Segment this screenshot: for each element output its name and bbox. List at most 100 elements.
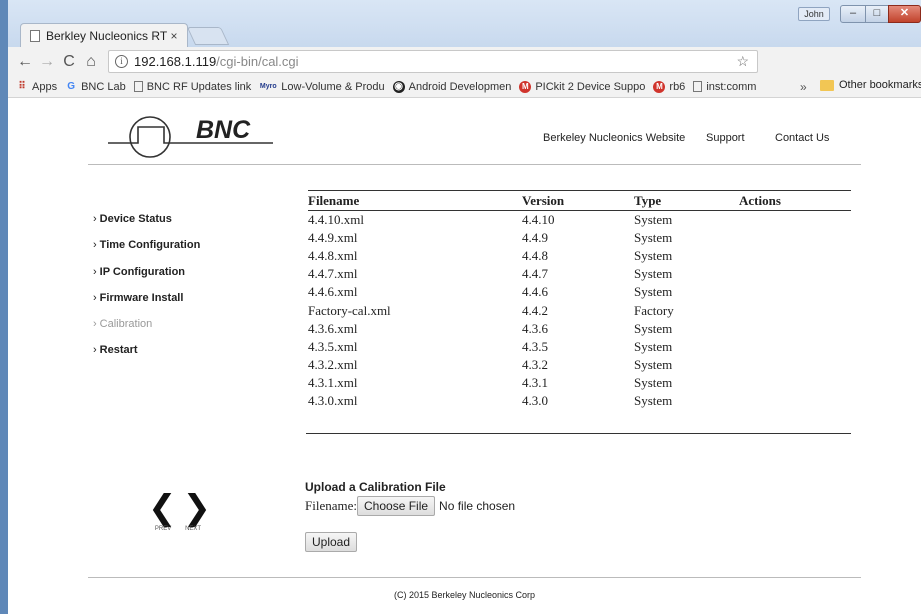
sidebar-item-time-configuration[interactable]: › Time Configuration (93, 239, 200, 265)
chevron-right-icon: › (93, 344, 97, 357)
footer-divider (88, 577, 861, 578)
cell-version: 4.3.5 (522, 338, 548, 354)
header-divider (88, 164, 861, 165)
cell-actions (739, 392, 851, 410)
table-row: 4.4.9.xml 4.4.9 System (308, 229, 851, 247)
filename-label: Filename: (305, 498, 357, 513)
cell-version: 4.3.1 (522, 375, 548, 391)
android-icon: ◉ (392, 80, 405, 93)
close-window-button[interactable]: ✕ (888, 5, 921, 23)
bookmark-low-volume[interactable]: Myro Low-Volume & Produ (259, 80, 385, 93)
url-host: 192.168.1.119 (134, 54, 217, 69)
url-path: /cgi-bin/cal.cgi (216, 54, 299, 69)
prev-page-icon[interactable]: ❮ (148, 488, 183, 528)
next-label[interactable]: NEXT (185, 526, 201, 532)
browser-tab[interactable]: Berkley Nucleonics RTSA × (20, 23, 188, 47)
table-row: 4.3.2.xml 4.3.2 System (308, 356, 851, 374)
cell-actions (739, 338, 851, 356)
bookmark-android[interactable]: ◉ Android Developmen (392, 80, 512, 93)
cell-actions (739, 301, 851, 319)
more-bookmarks-chevron-icon[interactable]: » (800, 80, 807, 94)
info-icon[interactable]: i (115, 55, 128, 68)
cell-filename: 4.4.10.xml (308, 211, 364, 227)
nav-support-link[interactable]: Support (706, 132, 745, 144)
page-content: BNC Berkeley Nucleonics Website Support … (8, 98, 921, 614)
minimize-button[interactable]: – (840, 5, 866, 23)
bookmark-rb6[interactable]: M rb6 (653, 80, 685, 93)
page-icon (30, 29, 40, 42)
sidebar-item-label: Calibration (99, 318, 153, 331)
sidebar-item-device-status[interactable]: › Device Status (93, 213, 200, 239)
cell-type: System (634, 320, 673, 336)
sidebar-item-ip-configuration[interactable]: › IP Configuration (93, 266, 200, 292)
bookmark-pickit[interactable]: M PICkit 2 Device Suppo (519, 80, 646, 93)
cell-version: 4.4.8 (522, 247, 548, 263)
address-bar[interactable]: i 192.168.1.119 /cgi-bin/cal.cgi ☆ (108, 50, 758, 73)
forward-icon[interactable]: → (36, 51, 58, 73)
profile-badge[interactable]: John (798, 7, 830, 21)
cell-actions (739, 283, 851, 301)
cell-type: Factory (634, 302, 674, 318)
myro-icon: Myro (259, 82, 277, 90)
folder-icon (820, 79, 834, 91)
no-file-chosen-text: No file chosen (439, 499, 516, 513)
cell-version: 4.4.7 (522, 266, 548, 282)
table-body: 4.4.10.xml 4.4.10 System 4.4.9.xml 4.4.9 Syst… (308, 211, 851, 411)
sidebar-item-restart[interactable]: › Restart (93, 344, 200, 370)
table-row: 4.3.0.xml 4.3.0 System (308, 392, 851, 410)
nav-contact-link[interactable]: Contact Us (775, 132, 829, 144)
cell-version: 4.3.6 (522, 320, 548, 336)
cell-filename: 4.3.2.xml (308, 357, 358, 373)
prev-label[interactable]: PREV (155, 526, 171, 532)
maximize-button[interactable]: □ (865, 5, 889, 23)
table-row: 4.4.6.xml 4.4.6 System (308, 283, 851, 301)
new-tab-button[interactable] (186, 27, 230, 45)
bookmark-star-icon[interactable]: ☆ (736, 53, 749, 70)
sidebar-item-label: IP Configuration (99, 265, 186, 278)
upload-button[interactable]: Upload (305, 532, 358, 552)
cell-actions (739, 374, 851, 392)
apps-grid-icon: ⠿ (18, 80, 26, 92)
page-icon (133, 81, 143, 92)
browser-toolbar: ← → C ⌂ i 192.168.1.119 /cgi-bin/cal.cgi… (8, 47, 921, 114)
cell-filename: 4.4.9.xml (308, 229, 358, 245)
next-page-icon[interactable]: ❯ (183, 488, 218, 528)
other-bookmarks[interactable]: Other bookmarks (820, 79, 921, 91)
sidebar-item-label: Firmware Install (99, 291, 184, 304)
home-icon[interactable]: ⌂ (80, 51, 102, 73)
bnc-logo[interactable]: BNC (108, 113, 273, 161)
cell-filename: 4.3.5.xml (308, 338, 358, 354)
bookmark-label: Low-Volume & Produ (281, 80, 385, 93)
cell-type: System (634, 393, 673, 409)
cell-type: System (634, 229, 673, 245)
table-row: 4.3.5.xml 4.3.5 System (308, 338, 851, 356)
cell-version: 4.3.2 (522, 357, 548, 373)
bookmark-apps[interactable]: ⠿ Apps (16, 81, 57, 93)
chevron-right-icon: › (93, 291, 97, 304)
cell-type: System (634, 211, 673, 227)
cell-actions (739, 265, 851, 283)
footer-copyright: (C) 2015 Berkeley Nucleonics Corp (393, 590, 536, 600)
logo-pulse-icon: BNC (108, 116, 273, 158)
bookmark-rf-updates[interactable]: BNC RF Updates link (133, 81, 251, 93)
bookmark-bnc-lab[interactable]: G BNC Lab (65, 81, 126, 93)
cell-filename: Factory-cal.xml (308, 302, 391, 318)
table-row: Factory-cal.xml 4.4.2 Factory (308, 301, 851, 319)
reload-icon[interactable]: C (58, 51, 80, 73)
bookmark-label: Android Developmen (408, 80, 512, 93)
table-bottom-rule (306, 433, 851, 434)
bookmark-instcomm[interactable]: inst:comm (693, 81, 756, 93)
pagination: ❮❯ PREV NEXT (148, 488, 211, 532)
sidebar-item-firmware-install[interactable]: › Firmware Install (93, 292, 200, 318)
nav-website-link[interactable]: Berkeley Nucleonics Website (543, 132, 685, 144)
cell-version: 4.4.6 (522, 284, 548, 300)
cell-filename: 4.4.7.xml (308, 266, 358, 282)
cell-filename: 4.3.6.xml (308, 320, 358, 336)
sidebar-item-label: Device Status (99, 213, 172, 225)
tab-close-icon[interactable]: × (167, 29, 181, 43)
bookmark-label: PICkit 2 Device Suppo (535, 80, 646, 93)
microchip-icon: M (519, 80, 532, 93)
choose-file-button[interactable]: Choose File (357, 496, 436, 516)
cell-actions (739, 320, 851, 338)
back-icon[interactable]: ← (14, 51, 36, 73)
